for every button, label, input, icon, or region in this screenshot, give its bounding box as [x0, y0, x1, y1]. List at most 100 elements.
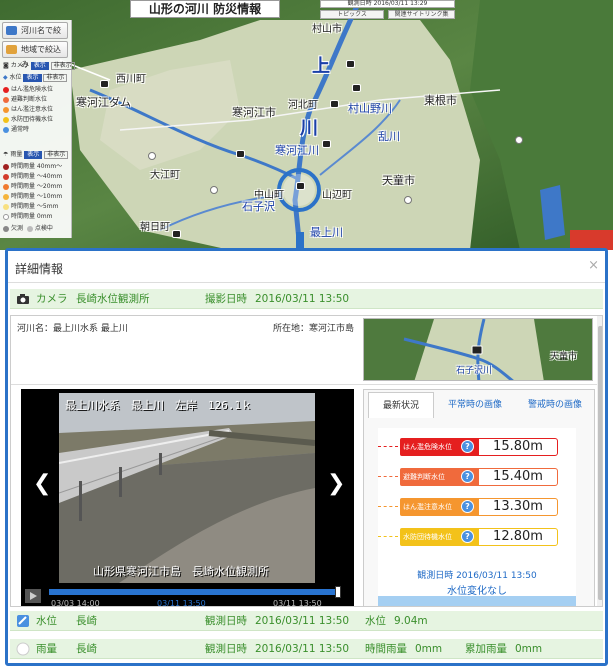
missing-label: 欠測 — [11, 225, 24, 232]
camera-detail-panel: 河川名：最上川水系 最上川 所在地：寒河江市島 石子沢川 天童市 最上川水系 最… — [10, 315, 603, 607]
rain-show-toggle[interactable]: 表示 — [24, 151, 43, 159]
threshold-line — [378, 536, 398, 537]
tab-latest[interactable]: 最新状況 — [368, 392, 434, 418]
rain-icon: ☂ — [3, 151, 9, 158]
rain-bar-total-label: 累加雨量 — [465, 643, 507, 655]
camera-caption-top: 最上川水系 最上川 左岸 126.1ｋ — [65, 399, 253, 412]
scrollbar-thumb[interactable] — [598, 326, 602, 600]
water-bar-value-label: 水位 — [365, 615, 386, 627]
rain-legend-item: 時間雨量 〜40mm — [3, 173, 62, 181]
camera-marker[interactable] — [100, 80, 109, 88]
rain-layer-row: ☂ 雨量 表示 非表示 — [3, 151, 69, 159]
popup-title: 詳細情報 — [15, 262, 64, 276]
top-info: 観測日時 2016/03/11 13:29 トピックス 関連サイトリンク集 — [300, 0, 455, 19]
water-level-threshold-row: 水防団待機水位? 12.80m — [378, 526, 576, 548]
rain-lt10-icon — [3, 193, 9, 200]
camera-marker[interactable] — [352, 84, 361, 92]
rain-gauge-marker[interactable] — [404, 196, 412, 204]
help-icon[interactable]: ? — [461, 500, 474, 513]
camera-caption-bottom: 山形県寒河江市島 長崎水位観測所 — [93, 565, 269, 578]
camera-marker[interactable] — [172, 230, 181, 238]
river-map[interactable]: 西川町 寒河江ダム 村山市 寒河江市 河北町 東根市 大江町 天童市 中山町 山… — [0, 0, 613, 250]
camera-marker[interactable] — [322, 140, 331, 148]
map-place: 天童市 — [382, 174, 415, 187]
camera-bar-name: 長崎水位観測所 — [76, 293, 150, 305]
camera-marker[interactable] — [346, 60, 355, 68]
rain-gauge-marker[interactable] — [148, 152, 156, 160]
camera-icon — [17, 294, 29, 304]
map-place: 村山野川 — [348, 102, 392, 115]
rain-legend-item: 時間雨量 〜20mm — [3, 183, 62, 191]
wl-legend-item: 水防団待機水位 — [3, 116, 53, 124]
map-place: 朝日町 — [140, 222, 170, 233]
level-change-status: 水位変化なし — [447, 586, 507, 597]
rain-hide-toggle[interactable]: 非表示 — [44, 151, 69, 159]
filter-river-button[interactable]: 河川名で絞込み — [2, 22, 68, 50]
map-icon — [6, 45, 17, 54]
rain-bar-total: 0mm — [515, 643, 543, 655]
prev-image-icon[interactable]: ❮ — [33, 471, 51, 496]
tab-warning-image[interactable]: 警戒時の画像 — [516, 392, 594, 418]
map-place: 上 — [312, 56, 330, 77]
camera-marker[interactable] — [296, 182, 305, 190]
threshold-value: 15.40m — [478, 468, 558, 486]
water-level-info-bar[interactable]: 水位 長崎 観測日時 2016/03/11 13:50 水位 9.04m — [10, 611, 603, 631]
camera-marker[interactable] — [330, 100, 339, 108]
rain-lt40-icon — [3, 173, 9, 180]
next-image-icon[interactable]: ❯ — [327, 471, 345, 496]
rain-gauge-marker[interactable] — [210, 186, 218, 194]
image-timeline-slider[interactable] — [49, 589, 339, 595]
help-icon[interactable]: ? — [461, 530, 474, 543]
rain-legend-item: 時間雨量 〜5mm — [3, 203, 58, 211]
camera-marker[interactable] — [236, 150, 245, 158]
wl-legend-item: 避難判断水位 — [3, 96, 47, 104]
rain-legend-label: 時間雨量 0mm — [11, 213, 53, 220]
map-place: 大江町 — [150, 170, 180, 181]
water-level-panel: 最新状況 平常時の画像 警戒時の画像 はん濫危険水位? 15.80m 避難判断水位?… — [363, 389, 595, 606]
map-place: 寒河江川 — [275, 144, 319, 157]
map-place: 村山市 — [312, 24, 342, 35]
location-label: 所在地： — [273, 324, 310, 334]
help-icon[interactable]: ? — [461, 440, 474, 453]
waterlevel-hide-toggle[interactable]: 非表示 — [43, 74, 68, 82]
rain-gauge-marker[interactable] — [515, 136, 523, 144]
help-icon[interactable]: ? — [461, 470, 474, 483]
close-icon[interactable]: × — [588, 258, 599, 273]
camera-hide-toggle[interactable]: 非表示 — [50, 62, 75, 70]
waterlevel-show-toggle[interactable]: 表示 — [23, 74, 42, 82]
map-place: 東根市 — [424, 94, 457, 107]
river-name-value: 最上川水系 最上川 — [53, 324, 128, 334]
tab-normal-image[interactable]: 平常時の画像 — [438, 392, 512, 418]
camera-layer-row: ◙ カメラ 表示 非表示 — [3, 62, 75, 70]
update-date-value: 2016/03/11 13:29 — [373, 0, 428, 7]
related-links-button[interactable]: 関連サイトリンク集 — [388, 10, 455, 19]
camera-image: 最上川水系 最上川 左岸 126.1ｋ 山形県寒河江市島 長崎水位観測所 — [59, 393, 315, 583]
rain-info-bar[interactable]: 雨量 長崎 観測日時 2016/03/11 13:50 時間雨量 0mm 累加雨… — [10, 639, 603, 659]
map-place: 石子沢 — [242, 200, 275, 213]
rain-bar-time-label: 観測日時 — [205, 643, 247, 655]
minimap[interactable]: 石子沢川 天童市 — [363, 318, 593, 381]
camera-show-toggle[interactable]: 表示 — [30, 62, 49, 70]
camera-viewer: 最上川水系 最上川 左岸 126.1ｋ 山形県寒河江市島 長崎水位観測所 ❮ ❯… — [21, 389, 354, 606]
camera-info-bar[interactable]: カメラ 長崎水位観測所 撮影日時 2016/03/11 13:50 — [10, 289, 603, 309]
topics-button[interactable]: トピックス — [320, 10, 384, 19]
timeline-handle[interactable] — [335, 586, 341, 598]
rain-legend-item: 時間雨量 0mm — [3, 213, 52, 221]
water-level-threshold-row: はん濫注意水位? 13.30m — [378, 496, 576, 518]
map-place: 川 — [300, 118, 318, 139]
minimap-place: 石子沢川 — [456, 366, 493, 376]
detail-popup: 詳細情報 × カメラ 長崎水位観測所 撮影日時 2016/03/11 13:50… — [5, 248, 608, 666]
location-value: 寒河江市島 — [309, 324, 355, 334]
camera-layer-label: カメラ — [10, 62, 29, 69]
rain-legend-item: 時間雨量 〜10mm — [3, 193, 62, 201]
rain-40-icon — [3, 163, 9, 170]
level-warning-icon — [3, 106, 9, 113]
wl-legend-item: はん濫危険水位 — [3, 86, 53, 94]
map-place: 寒河江ダム — [76, 96, 131, 109]
map-place: 寒河江市 — [232, 106, 276, 119]
wl-legend-item: はん濫注意水位 — [3, 106, 53, 114]
play-button[interactable] — [25, 589, 41, 603]
site-title: 山形の河川 防災情報 — [130, 0, 280, 18]
rain-0-icon — [3, 213, 9, 220]
filter-area-button[interactable]: 地域で絞込み — [2, 41, 68, 69]
